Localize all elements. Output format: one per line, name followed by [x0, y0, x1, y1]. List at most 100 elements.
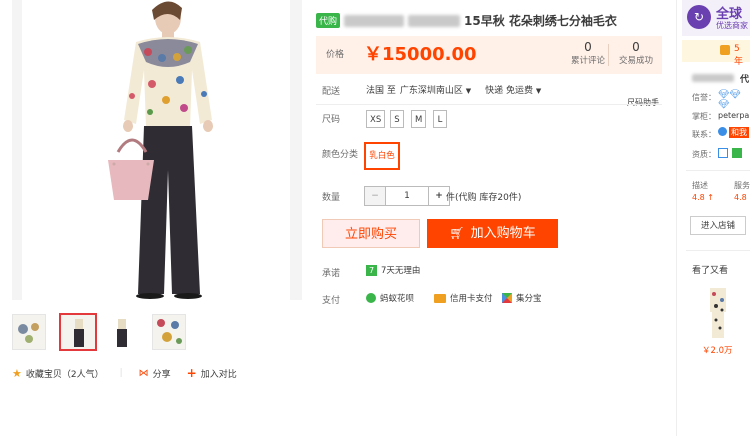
thumbnail-3[interactable] — [105, 314, 139, 350]
share-icon: ⋈ — [138, 367, 149, 379]
favorite-link[interactable]: ★ 收藏宝贝（2人气） — [12, 367, 104, 380]
chevron-down-icon: ▼ — [535, 87, 542, 95]
seen-also-title: 看了又看 — [692, 266, 729, 276]
owner-label: 掌柜： — [692, 112, 716, 121]
main-product-image[interactable] — [12, 0, 302, 300]
pay-option-huabei[interactable]: 蚂蚁花呗 — [366, 292, 414, 304]
wangwang-icon — [718, 127, 727, 136]
diamond-icons: 💎︎💎︎💎︎ — [718, 90, 741, 110]
share-link[interactable]: ⋈ 分享 — [139, 367, 171, 380]
size-label: 尺码 — [322, 115, 341, 125]
product-title: 15早秋 花朵刺绣七分袖毛衣 — [464, 14, 617, 28]
thumbnail-image — [74, 319, 84, 347]
sales-count: 0 — [632, 40, 640, 54]
compare-label: 加入对比 — [200, 369, 237, 380]
seven-day-icon: 7 — [366, 264, 377, 276]
sales-stat: 0 交易成功 — [610, 40, 662, 68]
pay-option-jifenbao[interactable]: 集分宝 — [502, 292, 542, 304]
star-icon: ★ — [12, 366, 22, 380]
years-text: 5 年 — [734, 44, 744, 67]
favorite-label: 收藏宝贝（2人气） — [25, 369, 104, 380]
huabei-icon — [366, 293, 376, 303]
shipping-row: 法国 至 广东深圳南山区 ▼ 快递 免运费 ▼ — [366, 83, 541, 96]
size-option-l[interactable]: L — [433, 110, 447, 128]
divider — [686, 170, 750, 171]
id-verified-icon — [718, 148, 728, 158]
years-badge: 5 年 — [682, 40, 750, 67]
add-to-cart-button[interactable]: 🛒︎ 加入购物车 — [427, 219, 558, 248]
qty-decrease-button[interactable]: − — [364, 186, 386, 206]
ship-from: 法国 至 — [366, 86, 396, 96]
price-label: 价格 — [326, 50, 345, 60]
quantity-stepper: − 1 + — [364, 186, 450, 206]
pay-label: 支付 — [322, 296, 341, 306]
redacted-shop-name — [692, 74, 734, 82]
size-option-xs[interactable]: XS — [366, 110, 386, 128]
cart-icon: 🛒︎ — [449, 226, 465, 240]
ship-method-select[interactable]: 快递 免运费 ▼ — [485, 83, 541, 96]
sales-label: 交易成功 — [618, 56, 653, 66]
thumbnail-image — [157, 319, 182, 344]
enter-shop-button[interactable]: 进入店铺 — [690, 216, 746, 235]
chat-button[interactable]: 和我 — [729, 127, 749, 138]
ship-to: 广东深圳南山区 — [399, 86, 463, 96]
recommended-item-figure — [710, 288, 726, 338]
ship-to-select[interactable]: 广东深圳南山区 ▼ — [400, 83, 471, 96]
jifenbao-icon — [502, 293, 512, 303]
product-title-row: 代购 15早秋 花朵刺绣七分袖毛衣 — [316, 12, 672, 29]
share-label: 分享 — [152, 369, 171, 380]
add-to-cart-label: 加入购物车 — [470, 226, 536, 241]
thumbnail-1[interactable] — [12, 314, 46, 350]
owner-value[interactable]: peterpa — [718, 111, 749, 120]
contact-label: 联系： — [692, 130, 716, 139]
redacted-text — [344, 14, 405, 27]
size-helper-link[interactable]: 尺码助手 — [627, 97, 659, 108]
pay-option-label: 集分宝 — [516, 294, 542, 304]
pay-option-label: 蚂蚁花呗 — [380, 294, 415, 304]
credit-label: 信誉： — [692, 93, 716, 102]
color-label: 颜色分类 — [322, 150, 359, 160]
thumbnail-4[interactable] — [152, 314, 186, 350]
seller-header: ↻ 全球 优选商家 — [682, 0, 750, 36]
size-option-m[interactable]: M — [411, 110, 427, 128]
size-option-s[interactable]: S — [390, 110, 404, 128]
pay-option-label: 信用卡支付 — [450, 294, 493, 304]
promise-label: 承诺 — [322, 269, 341, 279]
desc-score: 4.8 ↑ — [692, 193, 714, 202]
buy-now-button[interactable]: 立即购买 — [322, 219, 420, 248]
recommended-item-price: ￥2.0万 — [702, 346, 733, 356]
color-option-cream[interactable]: 乳白色 — [364, 142, 400, 170]
divider — [316, 104, 662, 105]
qty-label: 数量 — [322, 193, 341, 203]
reviews-label: 累计评论 — [570, 56, 605, 66]
pay-option-credit-card[interactable]: 信用卡支付 — [434, 292, 493, 304]
qty-input[interactable]: 1 — [386, 186, 428, 206]
global-icon: ↻ — [687, 5, 711, 29]
qual-label: 资质： — [692, 150, 716, 159]
divider: | — [119, 368, 123, 378]
thumbnail-image — [18, 323, 39, 343]
redacted-text — [408, 14, 461, 27]
ship-method: 快递 免运费 — [485, 86, 534, 96]
promise-value: 7天无理由 — [381, 266, 421, 276]
divider — [608, 44, 609, 66]
service-score: 4.8 — [734, 193, 747, 202]
gallery-actions: ★ 收藏宝贝（2人气） | ⋈ 分享 + 加入对比 — [12, 366, 237, 380]
model-figure — [108, 1, 213, 299]
promise-row[interactable]: 7 7天无理由 — [366, 264, 420, 276]
medal-icon — [720, 45, 730, 55]
shop-name-suffix: 代 — [740, 75, 750, 85]
shop-verified-icon — [732, 148, 742, 158]
recommended-item-image[interactable] — [700, 284, 736, 342]
daigou-tag: 代购 — [316, 13, 341, 28]
plus-icon: + — [186, 366, 197, 380]
price-box: 价格 ￥15000.00 0 累计评论 0 交易成功 — [316, 36, 662, 74]
compare-link[interactable]: + 加入对比 — [187, 366, 237, 380]
divider — [686, 250, 750, 251]
ship-label: 配送 — [322, 87, 341, 97]
stock-info: 件(代购 库存20件) — [446, 193, 522, 203]
service-label: 服务 — [734, 181, 750, 190]
global-subtitle: 优选商家 — [716, 21, 748, 30]
price-value: ￥15000.00 — [364, 44, 477, 65]
thumbnail-2[interactable] — [59, 313, 97, 351]
